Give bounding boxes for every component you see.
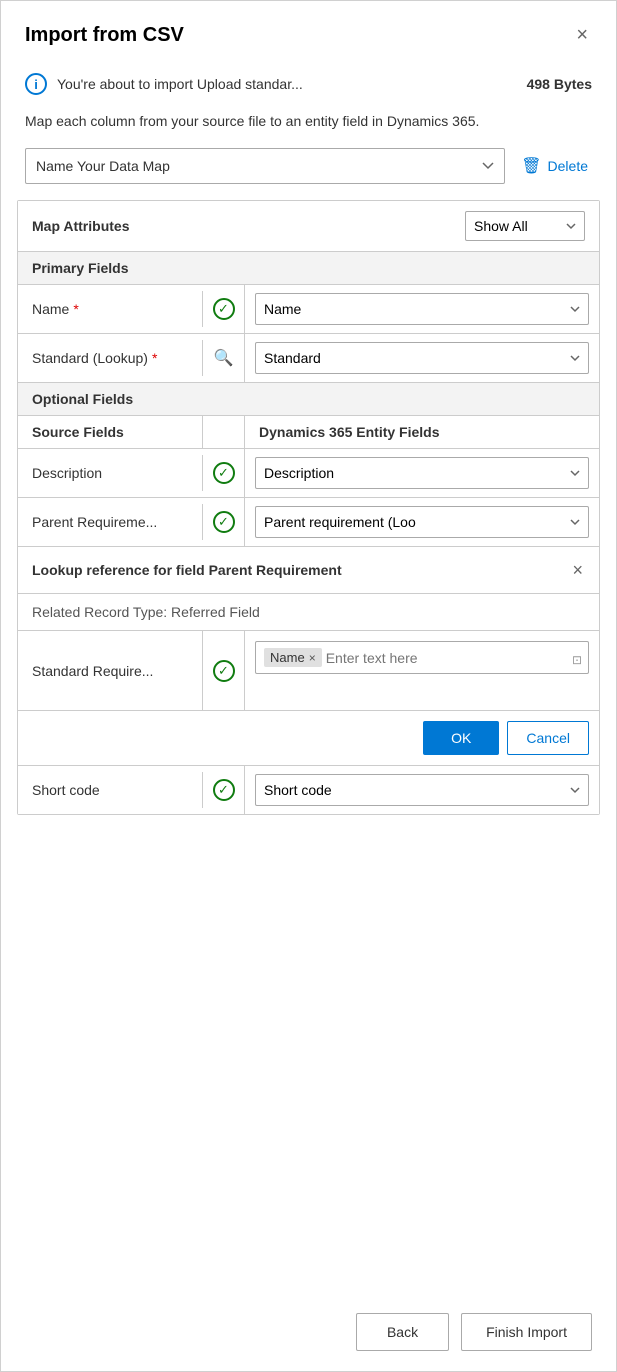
ok-cancel-row: OK Cancel [18,711,599,766]
target-field-shortcode: Short code Name Description [245,766,599,814]
col-target-header: Dynamics 365 Entity Fields [245,416,599,448]
map-table-header: Map Attributes Show All Mapped Unmapped [18,201,599,252]
description-text: Map each column from your source file to… [1,107,616,148]
tag-remove-button[interactable]: × [309,651,316,665]
tag-container[interactable]: Name × ⊡ [255,641,589,674]
dialog-header: Import from CSV × [1,1,616,65]
parent-target-select[interactable]: Parent requirement (Loo Description Name [255,506,589,538]
back-button[interactable]: Back [356,1313,449,1351]
col-source-header: Source Fields [18,416,203,448]
standard-target-select[interactable]: Standard Name Code [255,342,589,374]
source-field-label: Name [32,301,69,317]
cancel-button[interactable]: Cancel [507,721,589,755]
lookup-section: Lookup reference for field Parent Requir… [18,547,599,814]
info-bar: i You're about to import Upload standar.… [1,65,616,107]
info-text: You're about to import Upload standar... [57,76,517,92]
dialog-footer: Back Finish Import [1,1293,616,1371]
source-field-label: Parent Requireme... [32,514,157,530]
map-table: Map Attributes Show All Mapped Unmapped … [17,200,600,815]
field-icon-parent: ✓ [203,498,245,546]
file-size: 498 Bytes [527,76,592,92]
lookup-target-field: Name × ⊡ [245,631,599,710]
source-field-description: Description [18,455,203,491]
lookup-field-row: Standard Require... ✓ Name × ⊡ [18,631,599,711]
field-icon-standard: 🔍 [203,334,245,382]
table-row: Parent Requireme... ✓ Parent requirement… [18,498,599,547]
lookup-source-field: Standard Require... [18,631,203,710]
table-row: Description ✓ Description Name Short cod… [18,449,599,498]
check-circle-icon: ✓ [213,511,235,533]
optional-fields-header: Optional Fields [18,383,599,416]
source-field-standard: Standard (Lookup) * [18,340,203,376]
table-row: Short code ✓ Short code Name Description [18,766,599,814]
table-row: Standard (Lookup) * 🔍 Standard Name Code [18,334,599,383]
source-field-label: Standard (Lookup) [32,350,148,366]
search-icon: 🔍 [213,347,235,369]
source-field-label: Description [32,465,102,481]
lookup-header: Lookup reference for field Parent Requir… [18,547,599,594]
check-circle-icon: ✓ [213,779,235,801]
source-field-shortcode: Short code [18,772,203,808]
dialog-title: Import from CSV [25,24,184,47]
field-icon-description: ✓ [203,449,245,497]
ok-button[interactable]: OK [423,721,499,755]
data-map-row: Name Your Data Map 🗑 Delete [1,148,616,200]
finish-import-button[interactable]: Finish Import [461,1313,592,1351]
close-button[interactable]: × [572,21,592,49]
target-field-name: Name Code Description [245,285,599,333]
delete-button[interactable]: 🗑 Delete [517,150,592,182]
required-star: * [73,301,78,317]
tag-label: Name [270,650,305,665]
check-circle-icon: ✓ [213,462,235,484]
table-row: Name * ✓ Name Code Description [18,285,599,334]
check-circle-icon: ✓ [213,660,235,682]
required-star: * [152,350,157,366]
target-field-standard: Standard Name Code [245,334,599,382]
map-attributes-label: Map Attributes [32,218,129,234]
tag-name: Name × [264,648,322,667]
check-circle-icon: ✓ [213,298,235,320]
info-icon: i [25,73,47,95]
source-field-parent: Parent Requireme... [18,504,203,540]
description-target-select[interactable]: Description Name Short code [255,457,589,489]
expand-icon: ⊡ [572,653,582,667]
lookup-title: Lookup reference for field Parent Requir… [32,562,342,578]
name-target-select[interactable]: Name Code Description [255,293,589,325]
field-icon-name: ✓ [203,285,245,333]
field-icon-shortcode: ✓ [203,766,245,814]
columns-header: Source Fields Dynamics 365 Entity Fields [18,416,599,449]
related-record-row: Related Record Type: Referred Field [18,594,599,631]
import-dialog: Import from CSV × i You're about to impo… [0,0,617,1372]
target-field-description: Description Name Short code [245,449,599,497]
source-field-name: Name * [18,291,203,327]
shortcode-target-select[interactable]: Short code Name Description [255,774,589,806]
target-field-parent: Parent requirement (Loo Description Name [245,498,599,546]
lookup-close-button[interactable]: × [570,559,585,581]
tag-input[interactable] [326,650,580,666]
col-icon-spacer [203,416,245,448]
lookup-icon: ✓ [203,631,245,710]
primary-fields-header: Primary Fields [18,252,599,285]
delete-label: Delete [548,158,588,174]
data-map-select[interactable]: Name Your Data Map [25,148,505,184]
trash-icon: 🗑 [521,156,541,176]
show-all-select[interactable]: Show All Mapped Unmapped [465,211,585,241]
